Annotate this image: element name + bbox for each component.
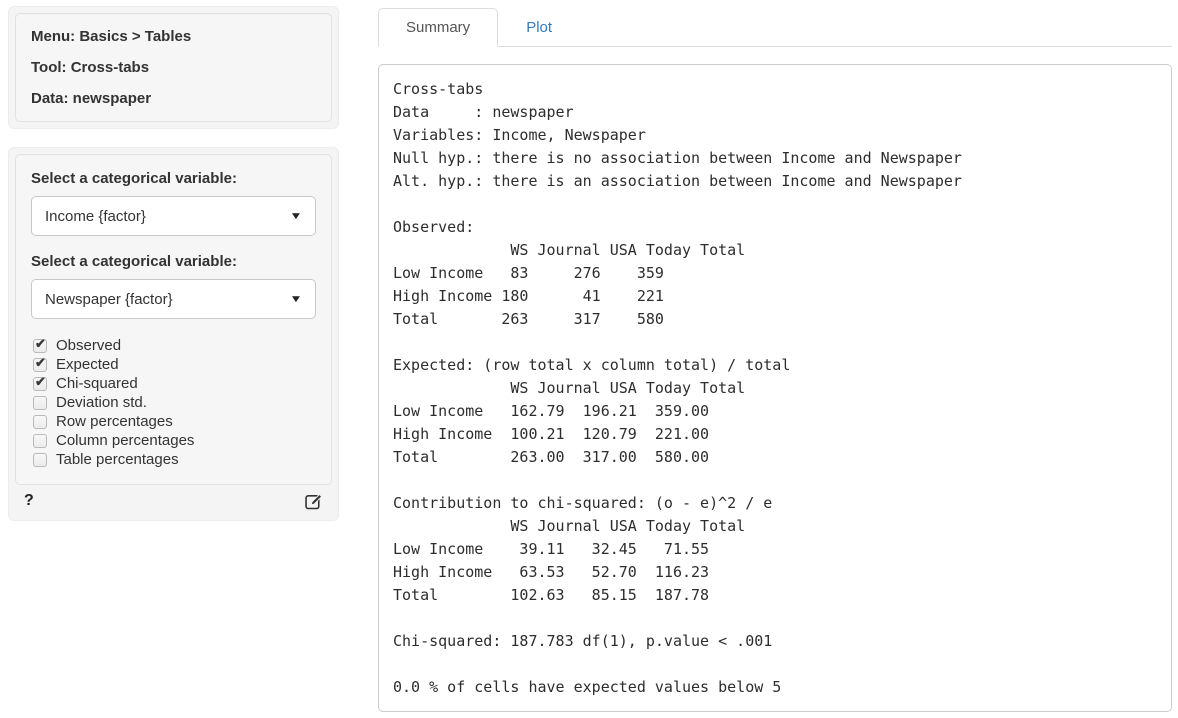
variable1-select[interactable]: Income {factor} ▼ [31,196,316,236]
menu-breadcrumb: Menu: Basics > Tables [31,27,316,46]
tool-name: Tool: Cross-tabs [31,58,316,77]
checkbox-icon: ✔ [33,453,47,467]
summary-output-text: Cross-tabs Data : newspaper Variables: I… [393,78,1157,699]
checkbox-icon: ✔ [33,358,47,372]
info-well: Menu: Basics > Tables Tool: Cross-tabs D… [15,13,332,122]
variable2-selected-value: Newspaper {factor} [45,291,173,308]
variable1-selected-value: Income {factor} [45,208,146,225]
dataset-name: Data: newspaper [31,89,316,108]
variable2-label: Select a categorical variable: [31,253,316,270]
checkbox-row-percentages[interactable]: ✔ Row percentages [33,412,316,431]
pencil-square-icon [305,492,323,510]
sidebar: Menu: Basics > Tables Tool: Cross-tabs D… [8,6,339,521]
output-options-list: ✔ Observed ✔ Expected ✔ Chi-squared ✔ De… [33,336,316,469]
info-panel: Menu: Basics > Tables Tool: Cross-tabs D… [8,6,339,129]
chevron-down-icon: ▼ [289,294,302,305]
chevron-down-icon: ▼ [289,211,302,222]
controls-panel: Select a categorical variable: Income {f… [8,147,339,521]
tab-bar: Summary Plot [378,8,1172,47]
checkbox-observed[interactable]: ✔ Observed [33,336,316,355]
variable1-label: Select a categorical variable: [31,170,316,187]
help-button[interactable]: ? [24,492,34,510]
checkbox-deviation-std[interactable]: ✔ Deviation std. [33,393,316,412]
checkbox-icon: ✔ [33,339,47,353]
tab-summary[interactable]: Summary [378,8,498,47]
panel-footer: ? [15,485,332,514]
summary-output-panel: Cross-tabs Data : newspaper Variables: I… [378,64,1172,712]
checkbox-expected[interactable]: ✔ Expected [33,355,316,374]
controls-well: Select a categorical variable: Income {f… [15,154,332,485]
main-area: Summary Plot Cross-tabs Data : newspaper… [378,8,1172,712]
variable2-select[interactable]: Newspaper {factor} ▼ [31,279,316,319]
checkbox-icon: ✔ [33,396,47,410]
checkbox-icon: ✔ [33,434,47,448]
tab-plot[interactable]: Plot [498,8,580,47]
checkbox-icon: ✔ [33,377,47,391]
checkbox-table-percentages[interactable]: ✔ Table percentages [33,450,316,469]
checkbox-icon: ✔ [33,415,47,429]
edit-report-button[interactable] [305,492,323,510]
checkbox-column-percentages[interactable]: ✔ Column percentages [33,431,316,450]
checkbox-chi-squared[interactable]: ✔ Chi-squared [33,374,316,393]
